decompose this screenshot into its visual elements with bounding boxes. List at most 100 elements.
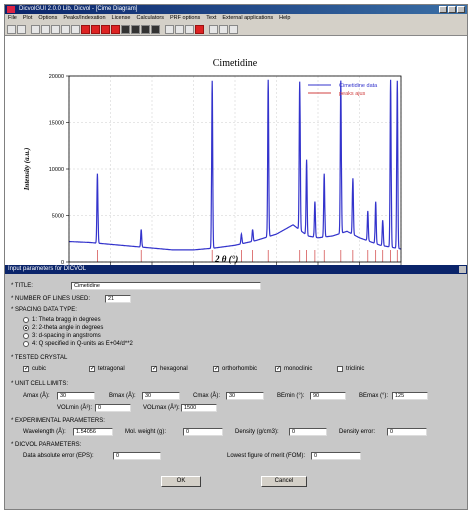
fom-input[interactable]: 0 bbox=[311, 452, 361, 460]
menu-license[interactable]: License bbox=[112, 14, 131, 23]
diffraction-plot[interactable]: 681012141618202205000100001500020000 Cim… bbox=[5, 36, 467, 265]
bemax-label: BEmax (°): bbox=[359, 393, 389, 399]
spacing-radio-4[interactable] bbox=[23, 341, 29, 347]
peak-forward-icon[interactable] bbox=[91, 24, 100, 34]
menu-peaks[interactable]: Peaks/Indexation bbox=[63, 14, 105, 23]
toolbar-separator bbox=[27, 25, 30, 34]
next-icon[interactable] bbox=[141, 24, 150, 34]
ok-button[interactable]: OK bbox=[161, 476, 201, 487]
menu-prf-options[interactable]: PRF options bbox=[170, 14, 200, 23]
table-icon[interactable] bbox=[209, 24, 218, 34]
zoom-icon[interactable] bbox=[41, 24, 50, 34]
peak-remove-icon[interactable] bbox=[111, 24, 120, 34]
bemin-input[interactable]: 90 bbox=[310, 392, 346, 400]
legend-label-data: Cimetidine data bbox=[339, 83, 378, 89]
title-input[interactable]: Cimetidine bbox=[71, 282, 261, 290]
bmax-input[interactable]: 30 bbox=[142, 392, 180, 400]
maximize-button[interactable] bbox=[448, 6, 456, 13]
open-icon[interactable] bbox=[7, 24, 16, 34]
menu-file[interactable]: File bbox=[8, 14, 17, 23]
orthorhombic-label: orthorhombic bbox=[222, 366, 258, 372]
bemin-label: BEmin (°): bbox=[277, 393, 305, 399]
help-icon[interactable] bbox=[229, 24, 238, 34]
tetragonal-label: tetragonal bbox=[98, 366, 125, 372]
minimize-button[interactable] bbox=[439, 6, 447, 13]
menu-plot[interactable]: Plot bbox=[23, 14, 32, 23]
fom-label: Lowest figure of merit (FOM): bbox=[227, 453, 306, 459]
volmax-input[interactable]: 1500 bbox=[181, 404, 217, 412]
scale-up-icon[interactable] bbox=[165, 24, 174, 34]
print-icon[interactable] bbox=[31, 24, 40, 34]
y-axis-label: Intensity (a.u.) bbox=[23, 148, 31, 192]
bemax-input[interactable]: 125 bbox=[392, 392, 428, 400]
spacing-radio-2[interactable] bbox=[23, 325, 29, 331]
save-icon[interactable] bbox=[17, 24, 26, 34]
density-error-input[interactable]: 0 bbox=[387, 428, 427, 436]
wavelength-input[interactable]: 1.54056 bbox=[73, 428, 113, 436]
cmax-input[interactable]: 30 bbox=[226, 392, 264, 400]
hexagonal-checkbox[interactable]: ✓ bbox=[151, 366, 157, 372]
triclinic-checkbox[interactable] bbox=[337, 366, 343, 372]
window-titlebar: DicvolGUI 2.0.0 Lib. Dicvol - [Cime Diag… bbox=[5, 5, 467, 14]
y-tick-label: 20000 bbox=[49, 74, 64, 80]
cmax-label: Cmax (Å): bbox=[193, 393, 220, 399]
spacing-radio-1[interactable] bbox=[23, 317, 29, 323]
last-icon[interactable] bbox=[151, 24, 160, 34]
app-icon bbox=[7, 6, 15, 13]
peak-back-icon[interactable] bbox=[81, 24, 90, 34]
y-tick-label: 10000 bbox=[49, 167, 64, 173]
mol-weight-input[interactable]: 0 bbox=[183, 428, 223, 436]
eps-label: Data absolute error (EPS): bbox=[23, 453, 94, 459]
diffraction-chart: 681012141618202205000100001500020000 Cim… bbox=[23, 58, 402, 265]
marker-icon[interactable] bbox=[195, 24, 204, 34]
menu-help[interactable]: Help bbox=[279, 14, 290, 23]
volmax-label: VOLmax (Å³): bbox=[143, 405, 180, 411]
cell-limits-label: * UNIT CELL LIMITS: bbox=[11, 381, 69, 387]
density-label: Density (g/cm3): bbox=[235, 429, 279, 435]
title-label: * TITLE: bbox=[11, 283, 33, 289]
density-input[interactable]: 0 bbox=[289, 428, 327, 436]
spacing-option-3: 3: d-spacing in angstroms bbox=[32, 333, 101, 339]
menu-options[interactable]: Options bbox=[38, 14, 57, 23]
lines-label: * NUMBER OF LINES USED: bbox=[11, 296, 91, 302]
first-icon[interactable] bbox=[121, 24, 130, 34]
eps-input[interactable]: 0 bbox=[113, 452, 161, 460]
legend-label-peaks: peaks ajus bbox=[339, 91, 366, 97]
crystal-label: * TESTED CRYSTAL bbox=[11, 355, 68, 361]
previous-icon[interactable] bbox=[131, 24, 140, 34]
scale-down-icon[interactable] bbox=[175, 24, 184, 34]
lines-input[interactable]: 21 bbox=[105, 295, 131, 303]
mol-weight-label: Mol. weight (g): bbox=[125, 429, 167, 435]
close-button[interactable] bbox=[457, 6, 465, 13]
amax-label: Amax (Å): bbox=[23, 393, 50, 399]
peak-add-icon[interactable] bbox=[101, 24, 110, 34]
volmin-input[interactable]: 0 bbox=[95, 404, 131, 412]
cubic-checkbox[interactable]: ✓ bbox=[23, 366, 29, 372]
spacing-radio-3[interactable] bbox=[23, 333, 29, 339]
toolbar-separator bbox=[205, 25, 208, 34]
dialog-close-icon[interactable] bbox=[459, 266, 466, 273]
chart-title: Cimetidine bbox=[213, 58, 258, 69]
cancel-button[interactable]: Cancel bbox=[261, 476, 307, 487]
bmax-label: Bmax (Å): bbox=[109, 393, 136, 399]
dialog-title: Input parameters for DICVOL bbox=[8, 266, 87, 272]
spacing-option-4: 4: Q specified in Q-units as E+04/d**2 bbox=[32, 341, 133, 347]
menu-text[interactable]: Text bbox=[206, 14, 216, 23]
amax-input[interactable]: 30 bbox=[57, 392, 95, 400]
pan-left-icon[interactable] bbox=[61, 24, 70, 34]
zoom-out-icon[interactable] bbox=[51, 24, 60, 34]
menu-calculators[interactable]: Calculators bbox=[137, 14, 165, 23]
window-title: DicvolGUI 2.0.0 Lib. Dicvol - [Cime Diag… bbox=[19, 6, 138, 12]
density-error-label: Density error: bbox=[339, 429, 376, 435]
cubic-label: cubic bbox=[32, 366, 47, 372]
dicvol-params-label: * DICVOL PARAMETERS: bbox=[11, 442, 82, 448]
index-icon[interactable] bbox=[219, 24, 228, 34]
hexagonal-label: hexagonal bbox=[160, 366, 188, 372]
orthorhombic-checkbox[interactable]: ✓ bbox=[213, 366, 219, 372]
pan-right-icon[interactable] bbox=[71, 24, 80, 34]
menu-external[interactable]: External applications bbox=[222, 14, 273, 23]
monoclinic-checkbox[interactable]: ✓ bbox=[275, 366, 281, 372]
tetragonal-checkbox[interactable]: ✓ bbox=[89, 366, 95, 372]
fit-icon[interactable] bbox=[185, 24, 194, 34]
triclinic-label: triclinic bbox=[346, 366, 365, 372]
